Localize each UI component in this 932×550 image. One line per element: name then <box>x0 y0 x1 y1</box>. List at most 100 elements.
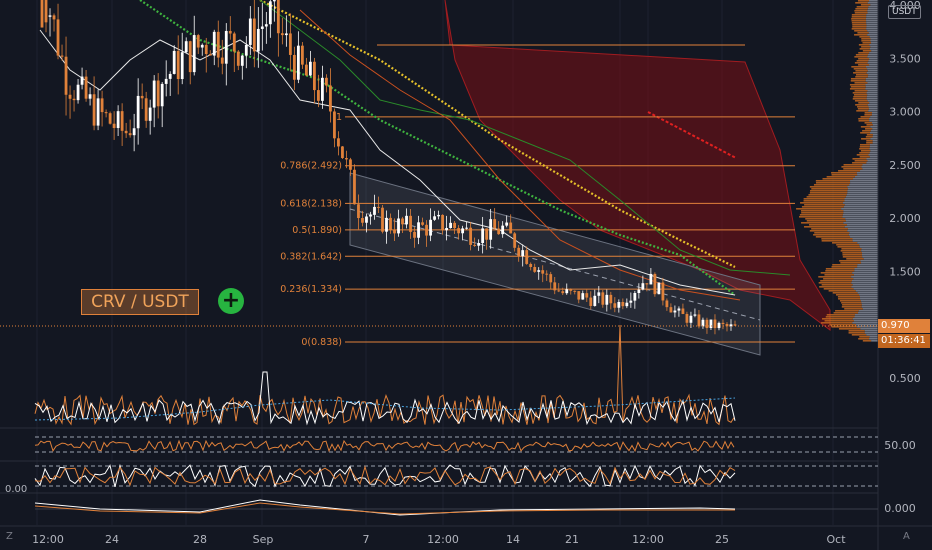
volume-profile-bar <box>805 218 846 220</box>
volume-profile-bar <box>818 276 852 278</box>
candle-body <box>128 133 132 136</box>
volume-profile-bar <box>806 220 846 222</box>
candle-body <box>196 35 200 48</box>
candle-body <box>449 222 452 229</box>
volume-profile-bar <box>847 188 878 190</box>
candle-body <box>637 289 641 294</box>
volume-profile-bar <box>815 182 851 184</box>
volume-profile-bar <box>854 270 878 272</box>
volume-profile-bar <box>840 250 862 252</box>
volume-profile-bar <box>851 28 867 30</box>
candle-body <box>156 80 160 107</box>
volume-profile-bar <box>864 112 872 114</box>
currency-badge[interactable]: USDT <box>888 5 921 19</box>
timezone-z-label[interactable]: Z <box>6 531 13 542</box>
candle-body <box>689 315 693 323</box>
volume-profile-bar <box>857 264 878 266</box>
volume-profile-bar <box>864 122 872 124</box>
candle-body <box>561 291 565 294</box>
volume-profile-bar <box>844 226 878 228</box>
volume-profile-bar <box>865 128 873 130</box>
plus-icon[interactable]: + <box>218 288 244 314</box>
volume-profile-bar <box>872 134 878 136</box>
volume-profile-bar <box>832 242 858 244</box>
candle-body <box>545 273 549 275</box>
volume-profile-bar <box>865 88 878 90</box>
candle-body <box>228 30 232 34</box>
volume-profile-bar <box>845 218 878 220</box>
volume-profile-bar <box>823 278 854 280</box>
volume-profile-bar <box>825 268 855 270</box>
volume-profile-bar <box>799 216 843 218</box>
candle-body <box>304 64 308 76</box>
candle-body <box>657 282 661 295</box>
volume-profile-bar <box>821 238 853 240</box>
candle-body <box>317 90 320 101</box>
candle-body <box>549 274 553 283</box>
volume-profile-bar <box>861 46 871 48</box>
volume-profile-bar <box>862 340 872 342</box>
candle-body <box>525 250 529 264</box>
candle-body <box>665 300 669 308</box>
volume-profile-bar <box>831 172 857 174</box>
candle-body <box>517 247 521 257</box>
volume-profile-bar <box>844 198 878 200</box>
volume-profile-bar <box>871 122 878 124</box>
volume-profile-bar <box>858 64 870 66</box>
volume-profile-bar <box>801 206 844 208</box>
price-chart[interactable]: 1 0.786(2.492) 0.618(2.138) 0.5(1.890) 0.382… <box>0 0 932 550</box>
candle-body <box>601 292 605 305</box>
volume-profile-bar <box>855 54 869 56</box>
volume-profile-bar <box>872 124 878 126</box>
volume-profile-bar <box>848 234 878 236</box>
volume-profile-bar <box>831 326 858 328</box>
volume-profile-bar <box>869 102 878 104</box>
candle-body <box>124 130 128 134</box>
candle-body <box>477 242 481 246</box>
volume-profile-bar <box>869 144 878 146</box>
volume-profile-bar <box>861 302 878 304</box>
volume-profile-bar <box>846 194 878 196</box>
volume-profile-bar <box>865 86 878 88</box>
candle-body <box>148 107 152 121</box>
fib-label: 0(0.838) <box>301 337 342 348</box>
volume-profile-bar <box>867 104 878 106</box>
x-tick-label: 28 <box>193 533 207 546</box>
candle-body <box>208 53 212 56</box>
volume-profile-bar <box>851 282 878 284</box>
candle-body <box>721 322 725 325</box>
candle-body <box>713 319 717 329</box>
candle-body <box>236 51 240 66</box>
candle-body <box>629 300 633 303</box>
candle-body <box>192 35 196 73</box>
volume-profile-bar <box>851 18 866 20</box>
volume-profile-bar <box>851 280 878 282</box>
candle-body <box>505 222 509 226</box>
auto-scale-label[interactable]: A <box>903 531 910 542</box>
candle-body <box>653 273 657 295</box>
volume-profile-bar <box>869 338 878 340</box>
candle-body <box>409 215 412 232</box>
volume-profile-bar <box>871 112 878 114</box>
candle-body <box>733 324 737 326</box>
candle-body <box>68 94 72 99</box>
candle-body <box>244 44 248 56</box>
volume-profile-bar <box>865 66 878 68</box>
candle-body <box>272 0 276 2</box>
candle-body <box>501 225 505 235</box>
volume-profile-bar <box>803 198 845 200</box>
volume-profile-bar <box>869 156 878 158</box>
candle-body <box>429 219 432 236</box>
x-tick-label: 12:00 <box>32 533 64 546</box>
candle-body <box>677 308 681 311</box>
volume-profile-bar <box>864 114 872 116</box>
candle-body <box>116 111 120 129</box>
candle-body <box>329 85 332 112</box>
candle-body <box>481 228 485 243</box>
volume-profile-bar <box>871 50 878 52</box>
candle-body <box>729 324 733 327</box>
volume-profile-bar <box>809 224 847 226</box>
volume-profile-bar <box>852 162 867 164</box>
volume-profile-bar <box>867 12 878 14</box>
volume-profile-bar <box>870 38 878 40</box>
